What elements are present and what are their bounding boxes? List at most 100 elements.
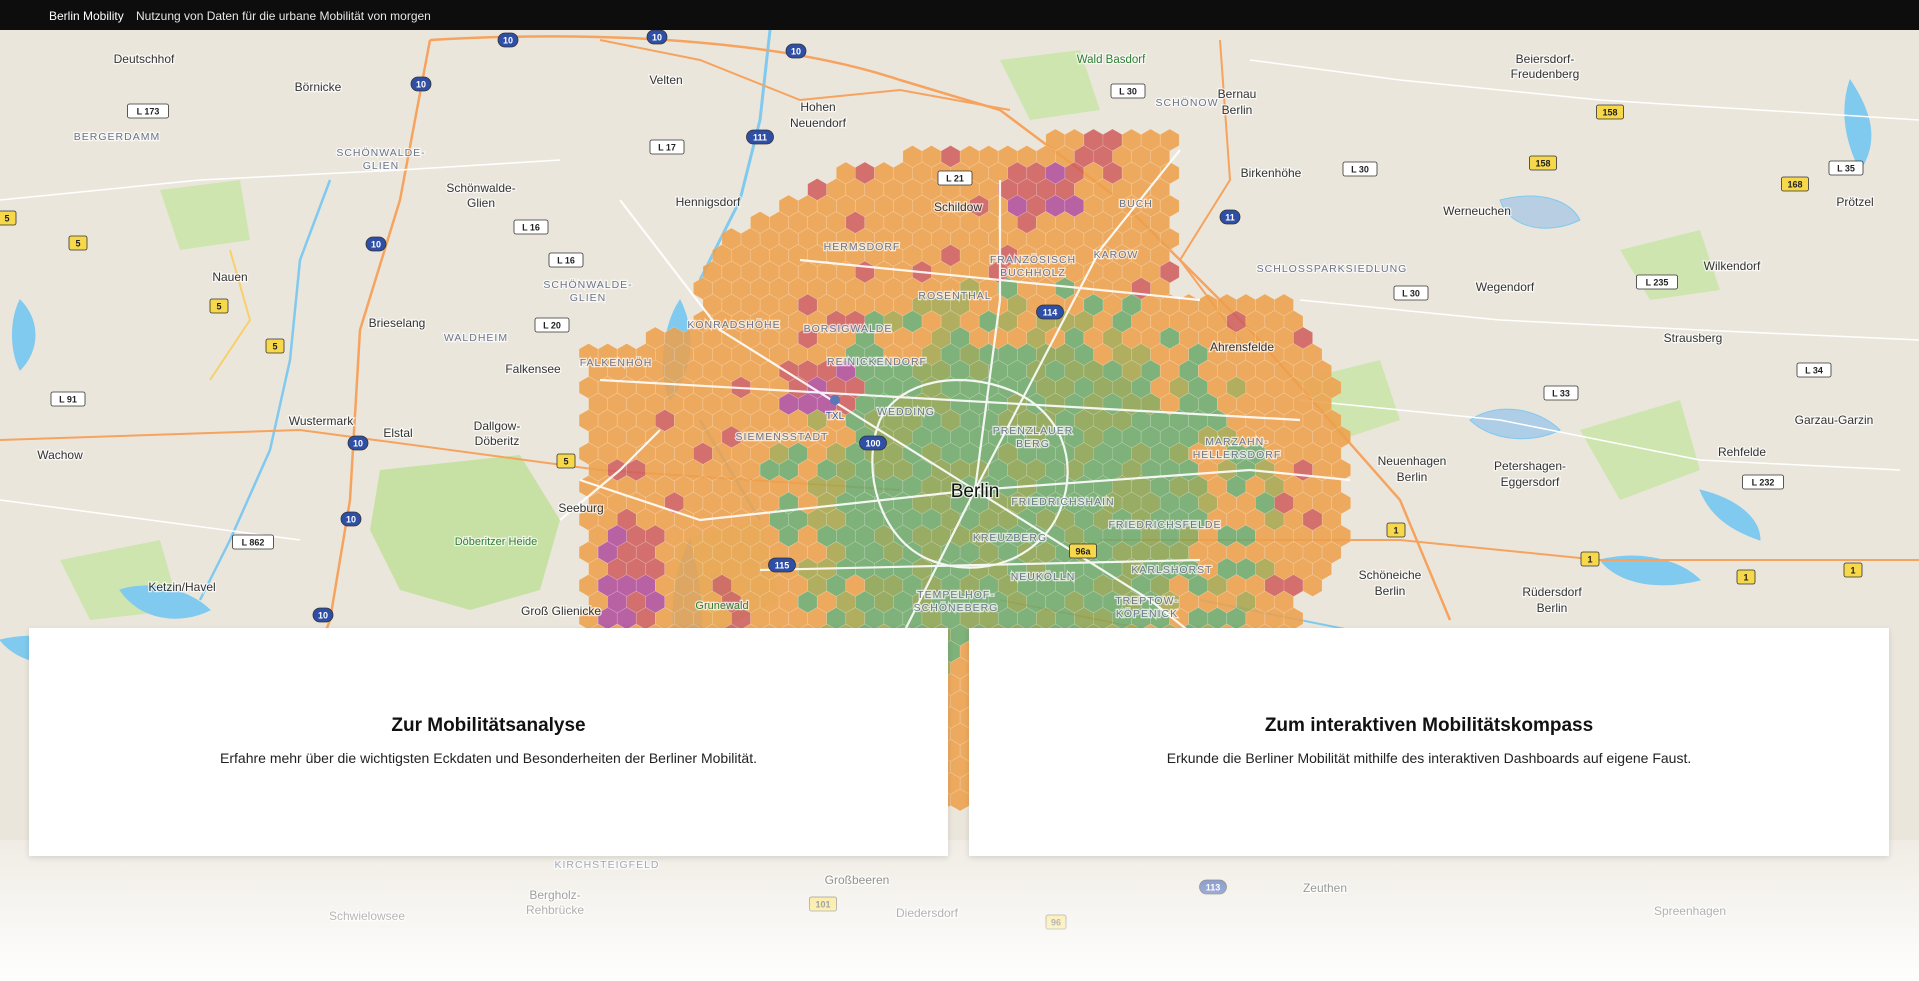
road-shield: 1 [1843,562,1863,578]
road-shield: L 91 [50,391,86,407]
svg-text:L 173: L 173 [137,107,160,117]
road-shield: 10 [410,76,432,92]
district-label: GLIEN [363,160,400,172]
district-label: HELLERSDORF [1193,449,1282,461]
svg-text:L 17: L 17 [658,143,676,153]
district-label: WALDHEIM [444,332,508,344]
road-shield: L 862 [232,534,274,550]
district-label: FRIEDRICHSHAIN [1011,496,1114,508]
road-shield: L 30 [1393,285,1429,301]
district-label: KAROW [1094,249,1139,261]
place-label: Schöneiche [1359,568,1422,582]
road-shield: L 35 [1828,160,1864,176]
district-label: BORSIGWALDE [804,323,893,335]
place-label: Schönwalde- [446,181,515,195]
place-label: Neuendorf [790,116,847,130]
road-shield: L 30 [1342,161,1378,177]
svg-text:L 30: L 30 [1402,289,1420,299]
svg-text:L 21: L 21 [946,174,964,184]
place-label: Berlin [1375,584,1406,598]
compass-card-description: Erkunde die Berliner Mobilität mithilfe … [1166,750,1692,766]
analysis-card-description: Erfahre mehr über die wichtigsten Eckdat… [220,750,757,766]
svg-text:10: 10 [791,47,801,57]
road-shield: 100 [859,435,887,451]
svg-text:115: 115 [775,561,790,571]
road-shield: 5 [209,298,229,314]
place-label: Berlin [1537,601,1568,615]
road-shield: L 20 [534,317,570,333]
place-label: Beiersdorf- [1516,52,1575,66]
svg-text:L 30: L 30 [1351,165,1369,175]
place-label: Wachow [37,448,83,462]
brand-link[interactable]: Berlin Mobility [49,9,124,23]
place-label: Rüdersdorf [1522,585,1582,599]
svg-text:111: 111 [753,133,767,143]
svg-text:11: 11 [1225,213,1235,223]
place-label: Wegendorf [1476,280,1535,294]
road-shield: 96a [1069,543,1097,559]
place-label: Strausberg [1664,331,1723,345]
district-label: SIEMENSSTADT [736,431,829,443]
svg-text:5: 5 [272,342,277,352]
road-shield: 10 [365,236,387,252]
road-shield: L 173 [127,103,169,119]
place-label: Berlin [1397,470,1428,484]
svg-text:L 35: L 35 [1837,164,1855,174]
district-label: SCHÖNOW [1156,97,1219,109]
place-label: Deutschhof [114,52,175,66]
road-shield: L 16 [513,219,549,235]
svg-text:5: 5 [4,214,9,224]
district-label: FRANZÖSISCH [990,254,1076,266]
svg-text:10: 10 [318,611,328,621]
district-label: SCHLOSSPARKSIEDLUNG [1257,263,1408,275]
district-label: KONRADSHÖHE [687,319,780,331]
place-label: Freudenberg [1511,67,1580,81]
svg-text:L 34: L 34 [1805,366,1823,376]
district-label: PRENZLAUER [993,425,1074,437]
site-tagline: Nutzung von Daten für die urbane Mobilit… [136,9,431,23]
road-shield: 158 [1596,104,1624,120]
district-label: KÖPENICK [1116,608,1178,620]
analysis-card-title[interactable]: Zur Mobilitätsanalyse [29,715,948,737]
place-label: Berlin [1222,103,1253,117]
place-label: Prötzel [1836,195,1873,209]
road-shield: 10 [340,511,362,527]
district-label: TEMPELHOF- [917,589,995,601]
place-label: Ketzin/Havel [148,580,215,594]
road-shield: 111 [746,129,774,145]
svg-text:10: 10 [652,33,662,43]
park-label: Wald Basdorf [1077,54,1146,66]
svg-text:10: 10 [503,36,513,46]
analysis-card[interactable]: Zur Mobilitätsanalyse Erfahre mehr über … [29,628,948,856]
place-label: Rehfelde [1718,445,1766,459]
road-shield: 10 [785,43,807,59]
svg-text:114: 114 [1043,308,1058,318]
road-shield: 10 [312,607,334,623]
compass-card[interactable]: Zum interaktiven Mobilitätskompass Erkun… [969,628,1889,856]
road-shield: 5 [0,210,17,226]
road-shield: 10 [497,32,519,48]
compass-card-title[interactable]: Zum interaktiven Mobilitätskompass [969,715,1889,737]
district-label: KREUZBERG [973,532,1047,544]
district-label: SCHÖNWALDE- [543,279,632,291]
place-label: Brieselang [369,316,426,330]
road-shield: L 30 [1110,83,1146,99]
road-shield: 115 [768,557,796,573]
place-label: Wilkendorf [1704,259,1761,273]
road-shield: 5 [265,338,285,354]
svg-text:L 16: L 16 [522,223,540,233]
district-label: REINICKENDORF [827,356,927,368]
place-label: Schildow [934,200,982,214]
district-label: TREPTOW- [1115,595,1179,607]
road-shield: 5 [68,235,88,251]
svg-text:10: 10 [346,515,356,525]
place-label: Garzau-Garzin [1795,413,1874,427]
svg-text:L 20: L 20 [543,321,561,331]
svg-text:168: 168 [1787,180,1802,190]
district-label: WEDDING [877,406,935,418]
district-label: BUCHHOLZ [1000,267,1066,279]
place-label: Petershagen- [1494,459,1566,473]
bottom-fade-overlay [0,840,1919,981]
road-shield: 11 [1219,209,1241,225]
city-label: Berlin [951,481,1000,502]
